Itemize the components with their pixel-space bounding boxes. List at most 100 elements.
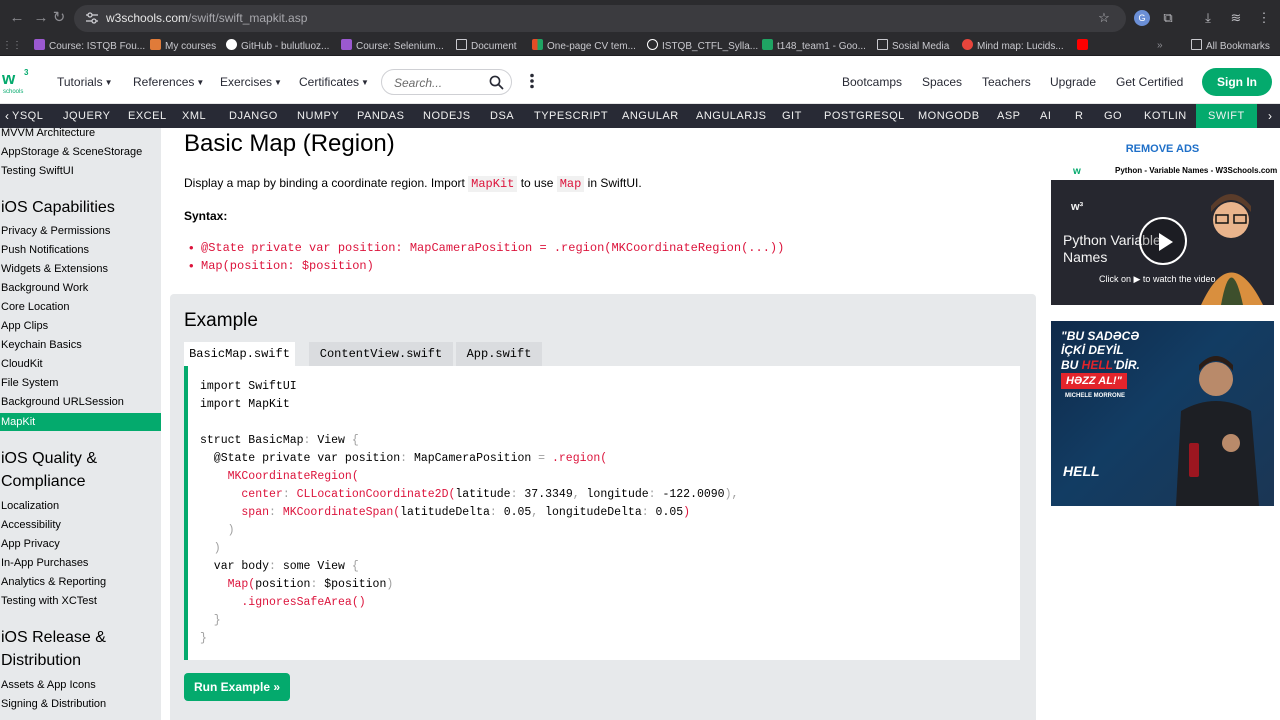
chevron-right-icon[interactable]: ›	[1260, 104, 1280, 128]
tab-app-swift[interactable]: App.swift	[456, 342, 542, 366]
url-text[interactable]: w3schools.com/swift/swift_mapkit.asp	[106, 11, 307, 25]
run-example-button[interactable]: Run Example »	[184, 673, 290, 701]
folder-icon	[1191, 39, 1202, 50]
bookmark-item[interactable]: Mind map: Lucids...	[962, 39, 1064, 53]
sidebar-item-signing[interactable]: Signing & Distribution	[0, 695, 161, 713]
search-input[interactable]	[394, 75, 484, 90]
sidebar-item-localization[interactable]: Localization	[0, 497, 161, 515]
extensions-icon[interactable]: ⧉	[1160, 10, 1176, 26]
topic-jquery[interactable]: JQUERY	[63, 104, 110, 128]
globe-icon	[647, 39, 658, 50]
bookmark-item[interactable]: Sosial Media	[877, 39, 949, 53]
video-player[interactable]: w³ Python Variable Names Click on ▶ to w…	[1051, 180, 1274, 305]
topic-r[interactable]: R	[1075, 104, 1083, 128]
tab-basicmap-swift[interactable]: BasicMap.swift	[184, 342, 295, 366]
link-bootcamps[interactable]: Bootcamps	[842, 75, 902, 89]
sidebar-item-file-system[interactable]: File System	[0, 374, 161, 392]
sidebar-item-background-work[interactable]: Background Work	[0, 279, 161, 297]
forward-icon[interactable]: →	[32, 9, 50, 27]
sidebar-item-widgets[interactable]: Widgets & Extensions	[0, 260, 161, 278]
bookmark-item[interactable]: Course: Selenium...	[341, 39, 444, 53]
topic-postgresql[interactable]: POSTGRESQL	[824, 104, 905, 128]
bookmark-item[interactable]: Document	[456, 39, 517, 53]
bookmark-item[interactable]: Course: ISTQB Fou...	[34, 39, 145, 53]
address-bar[interactable]: w3schools.com/swift/swift_mapkit.asp ☆	[74, 5, 1126, 32]
all-bookmarks[interactable]: All Bookmarks	[1191, 39, 1270, 53]
topic-mongodb[interactable]: MONGODB	[918, 104, 980, 128]
sign-in-button[interactable]: Sign In	[1202, 68, 1272, 96]
intro-paragraph: Display a map by binding a coordinate re…	[184, 176, 642, 192]
topic-ai[interactable]: AI	[1040, 104, 1051, 128]
topic-git[interactable]: GIT	[782, 104, 802, 128]
topic-typescript[interactable]: TYPESCRIPT	[534, 104, 608, 128]
play-icon[interactable]	[1139, 217, 1187, 265]
link-get-certified[interactable]: Get Certified	[1116, 75, 1183, 89]
menu-certificates[interactable]: Certificates ▼	[299, 75, 369, 89]
sidebar-item-mapkit[interactable]: MapKit	[0, 413, 161, 431]
sidebar-item-analytics[interactable]: Analytics & Reporting	[0, 573, 161, 591]
sidebar-item-mvvm[interactable]: MVVM Architecture	[0, 128, 161, 142]
download-icon[interactable]: ⤓	[1200, 10, 1216, 26]
bookmark-item[interactable]: One-page CV tem...	[532, 39, 636, 53]
topic-mysql[interactable]: YSQL	[12, 104, 43, 128]
reload-icon[interactable]: ↻	[50, 9, 68, 27]
sidebar-item-appstorage[interactable]: AppStorage & SceneStorage	[0, 143, 161, 161]
sidebar-item-keychain[interactable]: Keychain Basics	[0, 336, 161, 354]
sidebar-item-iap[interactable]: In-App Purchases	[0, 554, 161, 572]
browser-menu-icon[interactable]: ⋮	[1256, 10, 1272, 26]
sidebar-item-urlsession[interactable]: Background URLSession	[0, 393, 161, 411]
apps-grid-icon[interactable]: ⋮⋮	[2, 39, 22, 53]
bookmark-item[interactable]: My courses	[150, 39, 216, 53]
example-heading: Example	[184, 310, 258, 331]
sidebar-item-accessibility[interactable]: Accessibility	[0, 516, 161, 534]
sidebar-item-assets[interactable]: Assets & App Icons	[0, 676, 161, 694]
back-icon[interactable]: ←	[8, 9, 26, 27]
topic-kotlin[interactable]: KOTLIN	[1144, 104, 1187, 128]
link-spaces[interactable]: Spaces	[922, 75, 962, 89]
youtube-bookmark[interactable]	[1077, 39, 1092, 53]
menu-exercises[interactable]: Exercises ▼	[220, 75, 282, 89]
topic-nodejs[interactable]: NODEJS	[423, 104, 471, 128]
topic-asp[interactable]: ASP	[997, 104, 1021, 128]
bookmark-item[interactable]: GitHub - bulutluoz...	[226, 39, 329, 53]
topic-numpy[interactable]: NUMPY	[297, 104, 339, 128]
sidebar-item-app-privacy[interactable]: App Privacy	[0, 535, 161, 553]
tab-contentview-swift[interactable]: ContentView.swift	[309, 342, 453, 366]
topic-go[interactable]: GO	[1104, 104, 1122, 128]
ad-banner[interactable]: "BU SADƏCƏ İÇKİ DEYİL BU HELL'DİR. HƏZZ A…	[1051, 321, 1274, 506]
w3schools-logo[interactable]: w 3 schools	[2, 66, 32, 96]
topic-angular[interactable]: ANGULAR	[622, 104, 679, 128]
sidebar-item-push[interactable]: Push Notifications	[0, 241, 161, 259]
svg-text:w: w	[2, 69, 16, 88]
link-upgrade[interactable]: Upgrade	[1050, 75, 1096, 89]
topic-xml[interactable]: XML	[182, 104, 206, 128]
chevron-right-icon[interactable]: »	[1157, 39, 1163, 53]
remove-ads-link[interactable]: REMOVE ADS	[1045, 143, 1280, 155]
search-icon[interactable]	[489, 75, 504, 90]
topic-pandas[interactable]: PANDAS	[357, 104, 404, 128]
menu-tutorials[interactable]: Tutorials ▼	[57, 75, 113, 89]
video-title[interactable]: Python - Variable Names - W3Schools.com	[1115, 166, 1277, 175]
sidebar-item-app-clips[interactable]: App Clips	[0, 317, 161, 335]
sidebar: MVVM Architecture AppStorage & SceneStor…	[0, 128, 161, 720]
bookmark-item[interactable]: ISTQB_CTFL_Sylla...	[647, 39, 758, 53]
link-teachers[interactable]: Teachers	[982, 75, 1031, 89]
bookmark-item[interactable]: t148_team1 - Goo...	[762, 39, 866, 53]
sidebar-item-cloudkit[interactable]: CloudKit	[0, 355, 161, 373]
sidebar-item-testing-swiftui[interactable]: Testing SwiftUI	[0, 162, 161, 180]
topic-django[interactable]: DJANGO	[229, 104, 278, 128]
sidebar-section-ios-capabilities: iOS Capabilities	[1, 199, 115, 216]
profile-extension-icon[interactable]: G	[1134, 10, 1150, 26]
site-settings-icon[interactable]	[85, 12, 99, 24]
sidebar-item-xctest[interactable]: Testing with XCTest	[0, 592, 161, 610]
topic-swift[interactable]: SWIFT	[1196, 104, 1257, 128]
bookmark-star-icon[interactable]: ☆	[1096, 10, 1112, 26]
more-options-icon[interactable]	[529, 73, 535, 89]
sidebar-item-privacy[interactable]: Privacy & Permissions	[0, 222, 161, 240]
menu-references[interactable]: References ▼	[133, 75, 204, 89]
topic-dsa[interactable]: DSA	[490, 104, 514, 128]
topic-excel[interactable]: EXCEL	[128, 104, 167, 128]
topic-angularjs[interactable]: ANGULARJS	[696, 104, 767, 128]
sidebar-item-core-location[interactable]: Core Location	[0, 298, 161, 316]
tune-extension-icon[interactable]: ≋	[1228, 10, 1244, 26]
